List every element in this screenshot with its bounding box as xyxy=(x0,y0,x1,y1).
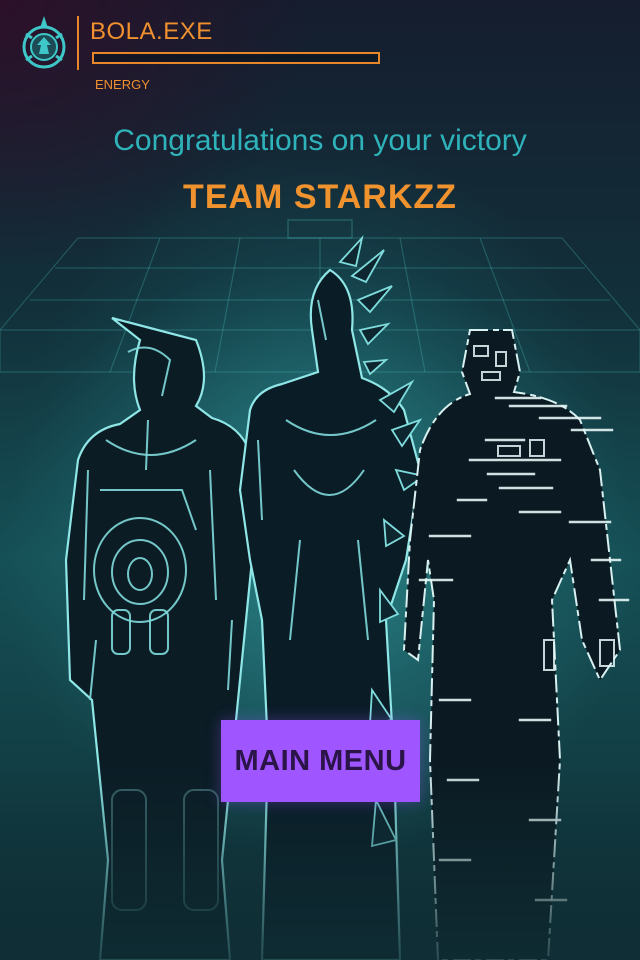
hud-divider xyxy=(77,16,79,70)
victory-screen: BOLA.EXE ENERGY Congratulations on your … xyxy=(0,0,640,960)
player-name: BOLA.EXE xyxy=(90,18,213,45)
energy-bar xyxy=(92,52,380,64)
shield-emblem-icon xyxy=(22,16,66,69)
team-name: TEAM STARKZZ xyxy=(183,178,457,216)
victory-message: Congratulations on your victory xyxy=(113,124,527,157)
energy-label: ENERGY xyxy=(95,77,150,92)
main-menu-button[interactable]: MAIN MENU xyxy=(221,720,420,802)
